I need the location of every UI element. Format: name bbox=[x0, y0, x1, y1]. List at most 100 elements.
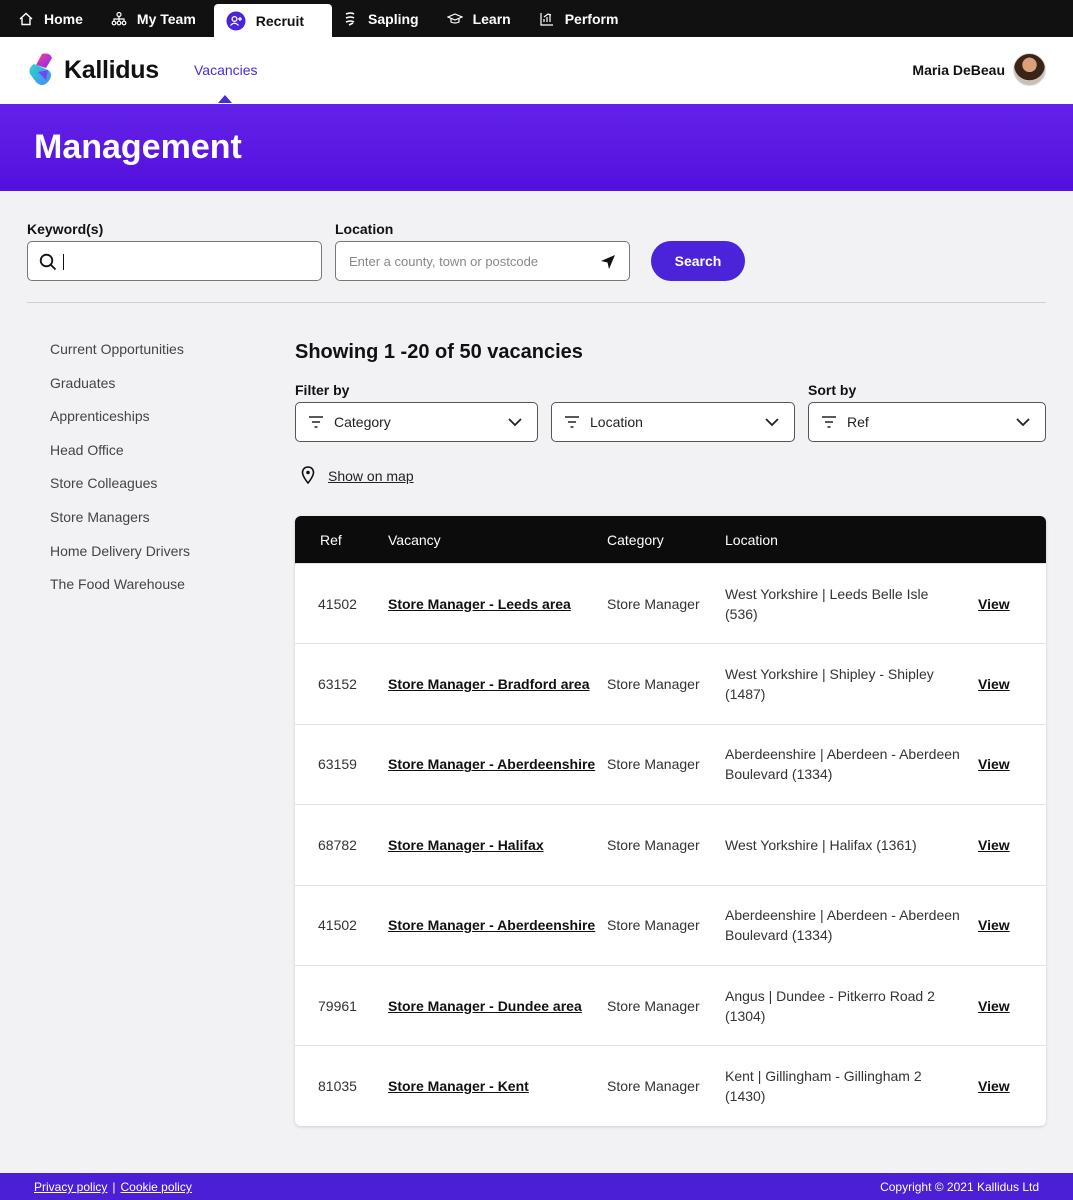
table-row: 41502 Store Manager - Aberdeenshire Stor… bbox=[295, 884, 1046, 965]
perform-icon bbox=[540, 12, 553, 26]
vacancy-link[interactable]: Store Manager - Aberdeenshire bbox=[388, 915, 595, 935]
tab-label: Recruit bbox=[255, 12, 305, 29]
cell-category: Store Manager bbox=[607, 756, 700, 773]
keyword-input[interactable] bbox=[66, 242, 316, 280]
tab-label: My Team bbox=[136, 10, 196, 27]
cell-ref: 81035 bbox=[318, 1078, 357, 1095]
view-link[interactable]: View bbox=[978, 674, 1010, 694]
dropdown-value: Location bbox=[590, 414, 643, 430]
tab-label: Learn bbox=[472, 10, 511, 27]
sidebar-item-food-warehouse[interactable]: The Food Warehouse bbox=[50, 575, 190, 609]
vacancy-link[interactable]: Store Manager - Halifax bbox=[388, 835, 544, 855]
view-link[interactable]: View bbox=[978, 835, 1010, 855]
user-name[interactable]: Maria DeBeau bbox=[912, 62, 1005, 78]
avatar[interactable] bbox=[1013, 53, 1046, 86]
view-link[interactable]: View bbox=[978, 996, 1010, 1016]
cell-location: Aberdeenshire | Aberdeen - Aberdeen Boul… bbox=[725, 907, 960, 944]
keyword-label: Keyword(s) bbox=[27, 221, 104, 237]
tab-sapling[interactable]: Sapling bbox=[332, 0, 437, 37]
vacancy-link[interactable]: Store Manager - Aberdeenshire bbox=[388, 754, 595, 774]
kallidus-logo[interactable]: Kallidus bbox=[28, 52, 159, 88]
cell-ref: 79961 bbox=[318, 997, 357, 1014]
sidebar-item-apprenticeships[interactable]: Apprenticeships bbox=[50, 407, 190, 441]
app-header: Kallidus Vacancies Maria DeBeau bbox=[0, 37, 1073, 104]
category-sidebar: Current Opportunities Graduates Apprenti… bbox=[50, 340, 190, 609]
vacancy-link[interactable]: Store Manager - Leeds area bbox=[388, 594, 571, 614]
cell-category: Store Manager bbox=[607, 676, 700, 693]
sidebar-item-home-delivery-drivers[interactable]: Home Delivery Drivers bbox=[50, 542, 190, 576]
location-input[interactable] bbox=[349, 242, 589, 280]
show-on-map-link[interactable]: Show on map bbox=[328, 468, 414, 484]
locate-arrow-icon[interactable] bbox=[599, 253, 617, 271]
tab-perform[interactable]: Perform bbox=[529, 0, 637, 37]
cookie-policy-link[interactable]: Cookie policy bbox=[120, 1180, 191, 1194]
tab-learn[interactable]: Learn bbox=[437, 0, 529, 37]
cell-ref: 68782 bbox=[318, 836, 357, 853]
view-link[interactable]: View bbox=[978, 1076, 1010, 1096]
cell-category: Store Manager bbox=[607, 1078, 700, 1095]
cell-location: Angus | Dundee - Pitkerro Road 2 (1304) bbox=[725, 987, 935, 1024]
table-header: Ref Vacancy Category Location bbox=[295, 516, 1046, 563]
table-row: 81035 Store Manager - Kent Store Manager… bbox=[295, 1045, 1046, 1125]
category-filter-dropdown[interactable]: Category bbox=[295, 402, 538, 442]
view-link[interactable]: View bbox=[978, 754, 1010, 774]
copyright-text: Copyright © 2021 Kallidus Ltd bbox=[880, 1180, 1039, 1194]
sort-dropdown[interactable]: Ref bbox=[808, 402, 1046, 442]
view-link[interactable]: View bbox=[978, 915, 1010, 935]
cell-location: Kent | Gillingham - Gillingham 2 (1430) bbox=[725, 1068, 922, 1105]
sidebar-item-graduates[interactable]: Graduates bbox=[50, 374, 190, 408]
cell-category: Store Manager bbox=[607, 836, 700, 853]
footer-links: Privacy policy | Cookie policy bbox=[34, 1180, 192, 1194]
kallidus-logo-icon bbox=[29, 53, 52, 85]
recruit-icon bbox=[226, 11, 246, 30]
sidebar-item-head-office[interactable]: Head Office bbox=[50, 441, 190, 475]
cell-location: Aberdeenshire | Aberdeen - Aberdeen Boul… bbox=[725, 746, 960, 783]
vacancies-link[interactable]: Vacancies bbox=[194, 62, 258, 78]
sidebar-item-store-colleagues[interactable]: Store Colleagues bbox=[50, 474, 190, 508]
cell-ref: 41502 bbox=[318, 917, 357, 934]
tab-home[interactable]: Home bbox=[8, 0, 101, 37]
tab-label: Perform bbox=[564, 10, 619, 27]
vacancy-link[interactable]: Store Manager - Bradford area bbox=[388, 674, 590, 694]
header-ref[interactable]: Ref bbox=[320, 532, 342, 548]
sidebar-item-current-opportunities[interactable]: Current Opportunities bbox=[50, 340, 190, 374]
tab-label: Home bbox=[44, 10, 83, 27]
location-filter-dropdown[interactable]: Location bbox=[551, 402, 795, 442]
logo-text: Kallidus bbox=[64, 55, 159, 84]
cell-location: West Yorkshire | Shipley - Shipley (1487… bbox=[725, 666, 934, 703]
keyword-field[interactable] bbox=[27, 241, 322, 281]
dropdown-value: Category bbox=[334, 414, 391, 430]
team-icon bbox=[111, 11, 127, 25]
cell-category: Store Manager bbox=[607, 997, 700, 1014]
table-row: 79961 Store Manager - Dundee area Store … bbox=[295, 964, 1046, 1045]
cell-ref: 41502 bbox=[318, 595, 357, 612]
sidebar-item-store-managers[interactable]: Store Managers bbox=[50, 508, 190, 542]
table-row: 41502 Store Manager - Leeds area Store M… bbox=[295, 563, 1046, 643]
filter-icon bbox=[565, 416, 579, 428]
tab-recruit[interactable]: Recruit bbox=[213, 4, 333, 37]
results-count: Showing 1 -20 of 50 vacancies bbox=[295, 341, 583, 363]
cell-category: Store Manager bbox=[607, 917, 700, 934]
divider bbox=[27, 302, 1046, 303]
vacancy-link[interactable]: Store Manager - Dundee area bbox=[388, 996, 582, 1016]
text-cursor bbox=[63, 254, 64, 270]
page-title: Management bbox=[34, 128, 242, 166]
tab-label: Sapling bbox=[368, 10, 419, 27]
privacy-policy-link[interactable]: Privacy policy bbox=[34, 1180, 107, 1194]
chevron-down-icon bbox=[1016, 418, 1030, 427]
header-vacancy[interactable]: Vacancy bbox=[388, 532, 441, 548]
search-button[interactable]: Search bbox=[651, 241, 745, 281]
cell-ref: 63159 bbox=[318, 756, 357, 773]
view-link[interactable]: View bbox=[978, 594, 1010, 614]
page-footer: Privacy policy | Cookie policy Copyright ©… bbox=[0, 1173, 1073, 1200]
top-nav: Home My Team Recruit Sapling Learn Perfo… bbox=[0, 0, 1073, 37]
location-field[interactable] bbox=[335, 241, 630, 281]
map-pin-icon bbox=[301, 466, 315, 484]
vacancy-link[interactable]: Store Manager - Kent bbox=[388, 1076, 529, 1096]
header-category[interactable]: Category bbox=[607, 532, 664, 548]
chevron-down-icon bbox=[508, 418, 522, 427]
filter-icon bbox=[309, 416, 323, 428]
tab-my-team[interactable]: My Team bbox=[101, 0, 214, 37]
active-nav-indicator bbox=[218, 95, 232, 103]
header-location[interactable]: Location bbox=[725, 532, 778, 548]
